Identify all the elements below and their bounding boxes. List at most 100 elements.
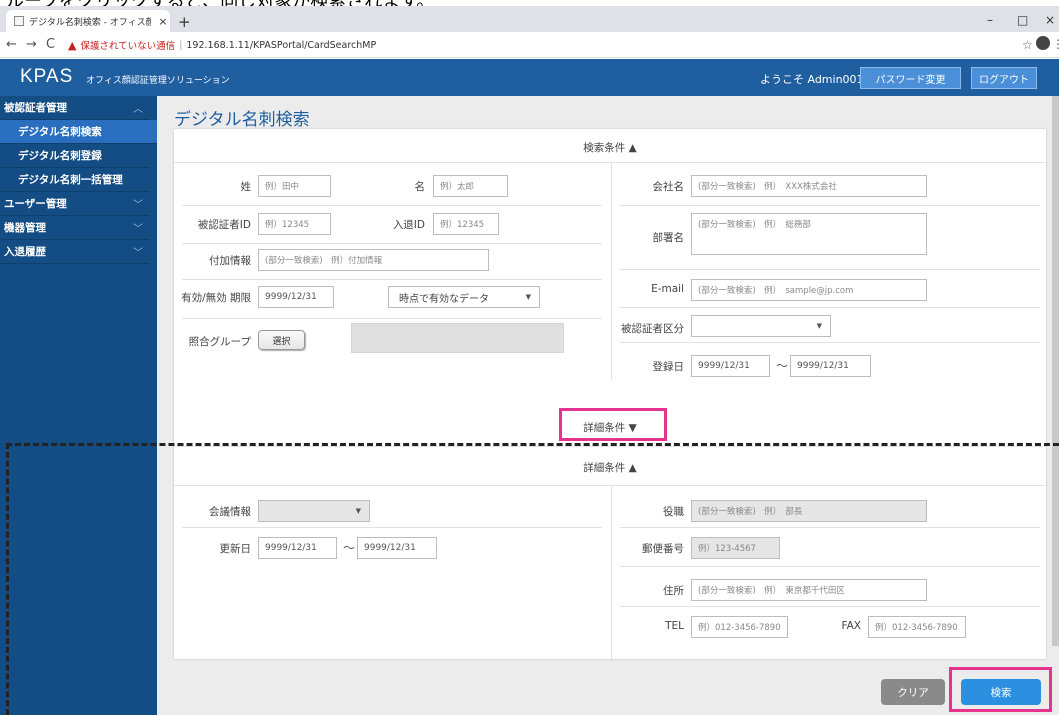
- divider: [174, 162, 1046, 163]
- divider: [620, 606, 1040, 607]
- browser-tab[interactable]: デジタル名刺検索 - オフィス顔認証ソ ×: [6, 10, 170, 32]
- divider: [620, 566, 1040, 567]
- entry-id-input[interactable]: 例）12345: [433, 213, 499, 235]
- meeting-select[interactable]: ▼: [258, 500, 370, 522]
- fax-input[interactable]: 例）012-3456-7890: [868, 616, 966, 638]
- divider: [620, 269, 1040, 270]
- sidebar-item-entry-history[interactable]: 入退履歴 ﹀: [0, 240, 149, 264]
- scrollbar[interactable]: [1052, 96, 1059, 646]
- search-conditions-header[interactable]: 検索条件 ▲: [174, 140, 1046, 155]
- sidebar-item-user-management[interactable]: ユーザー管理 ﹀: [0, 192, 149, 216]
- minimize-icon[interactable]: –: [987, 13, 993, 27]
- zip-label: 郵便番号: [642, 543, 684, 555]
- sidebar-item-label: デジタル名刺一括管理: [18, 174, 123, 186]
- search-panel: 検索条件 ▲ 姓 例）田中 名 例）太郎 会社名 (部分一致検索) 例） XXX…: [174, 129, 1046, 659]
- sei-input[interactable]: 例）田中: [258, 175, 331, 197]
- auth-type-select[interactable]: ▼: [691, 315, 831, 337]
- page-icon: [14, 16, 24, 26]
- range-tilde: ～: [343, 541, 356, 555]
- auth-id-input[interactable]: 例）12345: [258, 213, 331, 235]
- security-warning: 保護されていない通信: [80, 41, 176, 52]
- dept-label: 部署名: [652, 232, 685, 244]
- sidebar-item-label: ユーザー管理: [4, 198, 67, 210]
- company-label: 会社名: [652, 181, 685, 193]
- group-select-button[interactable]: 選択: [258, 330, 305, 350]
- sidebar-item-label: 入退履歴: [4, 246, 46, 258]
- url-text: 192.168.1.11/KPASPortal/CardSearchMP: [186, 39, 377, 51]
- valid-date-input[interactable]: 9999/12/31: [258, 286, 334, 308]
- dept-input[interactable]: (部分一致検索) 例） 総務部: [691, 213, 927, 255]
- warning-icon: ▲: [68, 38, 77, 52]
- company-input[interactable]: (部分一致検索) 例） XXX株式会社: [691, 175, 927, 197]
- divider: [611, 485, 612, 659]
- new-tab-button[interactable]: +: [178, 13, 191, 31]
- sidebar-item-auth-management[interactable]: 被認証者管理 ︿: [0, 96, 149, 120]
- divider: [182, 243, 602, 244]
- sidebar-item-card-search[interactable]: デジタル名刺検索: [0, 120, 157, 144]
- position-input[interactable]: (部分一致検索) 例） 部長: [691, 500, 927, 522]
- auth-type-label: 被認証者区分: [621, 323, 684, 335]
- logout-button[interactable]: ログアウト: [971, 67, 1037, 89]
- dropdown-arrow-icon: ▼: [355, 507, 361, 515]
- divider: [174, 446, 1046, 447]
- chevron-down-icon: ﹀: [133, 248, 143, 259]
- divider: [611, 162, 612, 380]
- extra-info-label: 付加情報: [209, 255, 251, 267]
- auth-id-label: 被認証者ID: [197, 219, 251, 231]
- valid-period-label: 有効/無効 期限: [181, 292, 251, 304]
- page-title: デジタル名刺検索: [174, 110, 310, 130]
- url-separator: |: [179, 39, 183, 51]
- clear-button[interactable]: クリア: [881, 679, 945, 705]
- sidebar-item-label: 機器管理: [4, 222, 46, 234]
- valid-type-value: 時点で有効なデータ: [399, 293, 489, 305]
- chevron-down-icon: ﹀: [133, 224, 143, 235]
- tab-close-icon[interactable]: ×: [156, 15, 170, 28]
- extra-info-input[interactable]: (部分一致検索) 例）付加情報: [258, 249, 489, 271]
- sidebar: 被認証者管理 ︿ デジタル名刺検索 デジタル名刺登録 デジタル名刺一括管理 ユー…: [0, 96, 157, 715]
- divider: [182, 279, 602, 280]
- maximize-icon[interactable]: □: [1017, 13, 1028, 27]
- sidebar-item-label: デジタル名刺登録: [18, 150, 102, 162]
- address-input[interactable]: (部分一致検索) 例） 東京都千代田区: [691, 579, 927, 601]
- change-password-button[interactable]: パスワード変更: [860, 67, 961, 89]
- close-window-icon[interactable]: ×: [1045, 13, 1055, 27]
- tab-title: デジタル名刺検索 - オフィス顔認証ソ: [29, 17, 151, 28]
- reg-date-to-input[interactable]: 9999/12/31: [790, 355, 871, 377]
- entry-id-label: 入退ID: [392, 219, 425, 231]
- email-input[interactable]: (部分一致検索) 例） sample@jp.com: [691, 279, 927, 301]
- forward-icon[interactable]: →: [26, 37, 37, 52]
- position-label: 役職: [663, 506, 684, 518]
- toggle-highlight: [559, 408, 667, 441]
- reg-date-from-input[interactable]: 9999/12/31: [691, 355, 770, 377]
- meeting-label: 会議情報: [209, 506, 251, 518]
- logo: KPAS: [20, 66, 74, 87]
- menu-kebab-icon[interactable]: ⋮: [1052, 37, 1059, 51]
- mei-label: 名: [414, 181, 426, 193]
- dropdown-arrow-icon: ▼: [816, 322, 822, 330]
- tel-label: TEL: [665, 620, 684, 632]
- detail-conditions-header[interactable]: 詳細条件 ▲: [174, 460, 1046, 475]
- back-icon[interactable]: ←: [6, 37, 17, 52]
- address-field[interactable]: ▲ 保護されていない通信 | 192.168.1.11/KPASPortal/C…: [68, 35, 1008, 55]
- divider: [182, 205, 602, 206]
- reg-date-label: 登録日: [652, 361, 685, 373]
- profile-icon[interactable]: [1036, 36, 1050, 50]
- dropdown-arrow-icon: ▼: [525, 293, 531, 301]
- valid-type-select[interactable]: 時点で有効なデータ ▼: [388, 286, 540, 308]
- update-date-label: 更新日: [219, 543, 252, 555]
- sidebar-item-card-bulk[interactable]: デジタル名刺一括管理: [0, 168, 149, 192]
- address-bar-row: ← → C ▲ 保護されていない通信 | 192.168.1.11/KPASPo…: [0, 32, 1059, 58]
- sidebar-item-card-register[interactable]: デジタル名刺登録: [0, 144, 149, 168]
- browser-tab-bar: デジタル名刺検索 - オフィス顔認証ソ × + – □ ×: [0, 6, 1059, 32]
- dashed-region-left: [6, 443, 9, 715]
- update-to-input[interactable]: 9999/12/31: [357, 537, 437, 559]
- reload-icon[interactable]: C: [46, 37, 55, 52]
- app-header: KPAS オフィス顔認証管理ソリューション ようこそ Admin001さん パス…: [0, 59, 1059, 96]
- sidebar-item-device-management[interactable]: 機器管理 ﹀: [0, 216, 149, 240]
- mei-input[interactable]: 例）太郎: [433, 175, 508, 197]
- divider: [620, 307, 1040, 308]
- tel-input[interactable]: 例）012-3456-7890: [691, 616, 788, 638]
- update-from-input[interactable]: 9999/12/31: [258, 537, 337, 559]
- bookmark-star-icon[interactable]: ☆: [1022, 38, 1033, 52]
- zip-input[interactable]: 例）123-4567: [691, 537, 780, 559]
